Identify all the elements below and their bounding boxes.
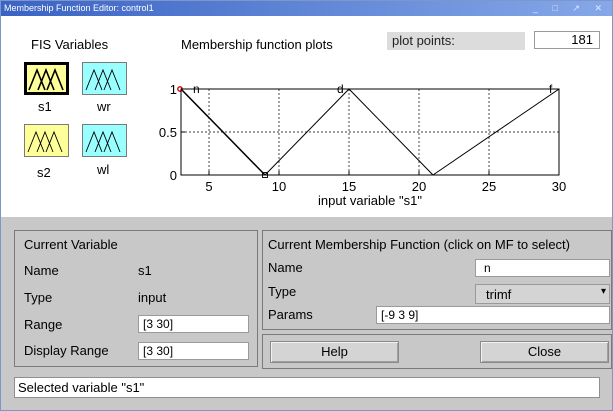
cv-display-range-input[interactable]: [3 30] (138, 342, 249, 360)
window-controls[interactable]: _ □ ↗ ✕ (533, 1, 608, 16)
x-tick-label: 20 (412, 179, 426, 194)
x-tick-label: 25 (482, 179, 496, 194)
current-mf-heading: Current Membership Function (click on MF… (268, 237, 570, 252)
cv-name-value: s1 (138, 263, 152, 278)
cv-type-label: Type (24, 290, 53, 305)
cv-display-range-label: Display Range (24, 343, 109, 358)
chevron-down-icon: ▾ (600, 286, 606, 297)
x-tick-label: 10 (272, 179, 286, 194)
mf-type-value: trimf (486, 287, 512, 302)
mf-name-label: Name (268, 260, 303, 275)
fis-variable-wr-icon[interactable] (82, 62, 127, 95)
mf-type-select[interactable]: trimf ▾ (475, 284, 610, 304)
mf-params-input[interactable]: [-9 3 9] (376, 306, 610, 324)
y-tick-label: 0 (170, 168, 177, 183)
mf-plots-heading: Membership function plots (181, 37, 333, 52)
current-variable-heading: Current Variable (24, 237, 118, 252)
fis-variables-heading: FIS Variables (31, 37, 109, 52)
x-tick-label: 30 (552, 179, 566, 194)
mf-editor-window: Membership Function Editor: control1 _ □… (0, 0, 613, 411)
fis-variable-s2-icon[interactable] (24, 124, 69, 157)
fis-variable-s1-icon[interactable] (24, 62, 69, 95)
fis-variable-wr-label: wr (97, 99, 111, 114)
y-tick-label: 1 (170, 82, 177, 97)
fis-variable-s1-label: s1 (38, 99, 52, 114)
mf-params-label: Params (268, 307, 313, 322)
help-button[interactable]: Help (270, 341, 399, 363)
plot-points-label: plot points: (387, 32, 525, 50)
mf-plot-area[interactable]: n d f5 10 15 20 25 3000.51input variable "s1" (141, 63, 581, 219)
cv-range-input[interactable]: [3 30] (138, 315, 249, 333)
cv-type-value: input (138, 290, 167, 305)
x-tick-label: 15 (342, 179, 356, 194)
mf-name-input[interactable]: n (475, 259, 610, 277)
fis-variable-wl-label: wl (97, 162, 110, 177)
fis-variable-s2-label: s2 (37, 165, 51, 180)
status-bar: Selected variable "s1" (14, 377, 600, 398)
window-title: Membership Function Editor: control1 (4, 3, 154, 13)
cv-range-label: Range (24, 317, 63, 332)
cv-name-label: Name (24, 263, 59, 278)
title-bar: Membership Function Editor: control1 _ □… (1, 1, 612, 16)
fis-variable-wl-icon[interactable] (82, 124, 127, 157)
y-tick-label: 0.5 (159, 125, 177, 140)
plot-points-input[interactable]: 181 (534, 31, 600, 49)
x-tick-label: 5 (205, 179, 212, 194)
mf-type-label: Type (268, 284, 297, 299)
close-button[interactable]: Close (480, 341, 609, 363)
x-axis-label: input variable "s1" (318, 193, 422, 208)
